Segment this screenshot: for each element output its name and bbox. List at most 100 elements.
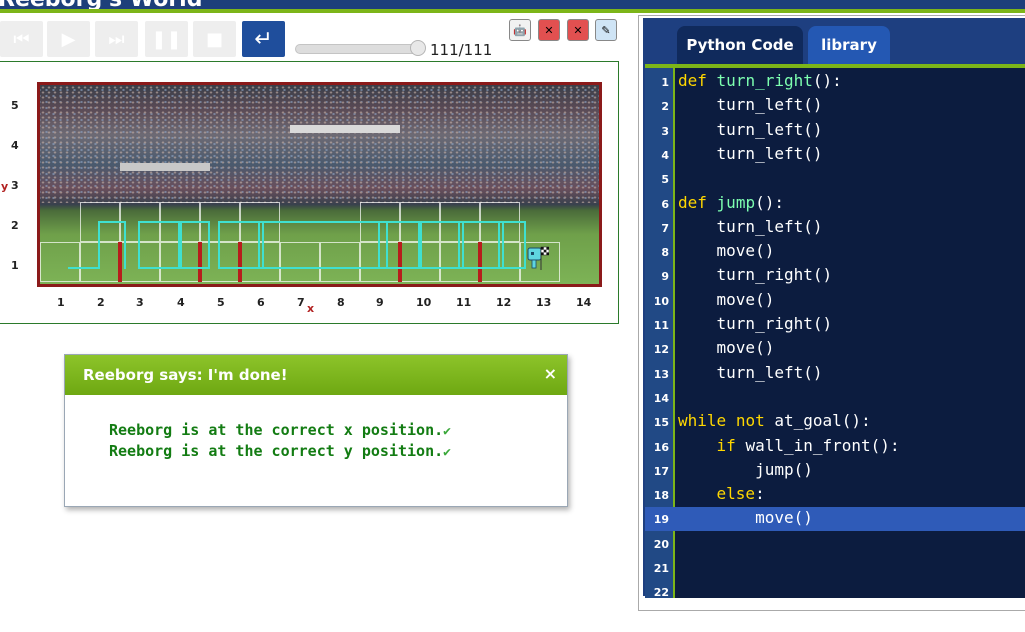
skip-back-icon: ⏮ — [13, 28, 30, 50]
code-line[interactable]: 21 — [645, 556, 1025, 580]
dialog-header[interactable]: Reeborg says: I'm done! × — [65, 355, 567, 395]
code-line[interactable]: 2 turn_left() — [645, 94, 1025, 118]
tab-python-code[interactable]: Python Code — [677, 26, 803, 64]
code-text: turn_right() — [716, 314, 833, 333]
line-number: 6 — [661, 197, 669, 211]
step-forward-icon: ⏭ — [108, 28, 125, 50]
code-line[interactable]: 3 turn_left() — [645, 119, 1025, 143]
code-editor[interactable]: 1 def turn_right(): 2 turn_left() 3 turn_le… — [645, 64, 1025, 598]
code-text: turn_left() — [716, 216, 823, 236]
code-line[interactable]: 10 move() — [645, 289, 1025, 313]
line-number: 3 — [661, 124, 669, 138]
code-line[interactable]: 4 turn_left() — [645, 143, 1025, 167]
x-tick-8: 8 — [337, 296, 345, 309]
pause-button[interactable]: ❚❚ — [145, 21, 188, 57]
header-accent-bar — [0, 9, 1025, 13]
line-number: 22 — [653, 586, 669, 598]
play-icon: ▶ — [61, 28, 76, 50]
step-slider-track[interactable] — [295, 44, 424, 54]
return-icon: ↵ — [254, 26, 273, 52]
line-number: 18 — [653, 489, 669, 503]
line-number: 12 — [653, 343, 669, 357]
line-number: 19 — [653, 513, 669, 527]
code-text: turn_left() — [716, 143, 823, 163]
code-line[interactable]: 7 turn_left() — [645, 216, 1025, 240]
step-slider-knob[interactable] — [410, 40, 426, 56]
x-tick-7: 7 — [297, 296, 305, 309]
close-icon[interactable]: × — [544, 364, 557, 383]
stop-button[interactable]: ■ — [193, 21, 236, 57]
code-line[interactable]: 16 if wall_in_front(): — [645, 435, 1025, 459]
code-line[interactable]: 11 turn_right() — [645, 313, 1025, 337]
code-text: jump() — [755, 459, 813, 479]
x-tick-13: 13 — [536, 296, 552, 309]
x-tick-4: 4 — [177, 296, 185, 309]
code-text: if wall_in_front(): — [716, 435, 900, 455]
code-line[interactable]: 13 turn_left() — [645, 362, 1025, 386]
code-text: turn_left() — [716, 95, 823, 115]
app-header: Reeborg's World — [0, 0, 1025, 12]
robot-menu-icon[interactable]: 🤖 — [509, 19, 531, 41]
stadium-banner — [290, 125, 400, 133]
line-number: 14 — [653, 391, 669, 405]
x-tick-12: 12 — [496, 296, 512, 309]
checkmark-icon: ✔ — [443, 445, 451, 460]
line-number: 5 — [661, 173, 669, 187]
line-number: 17 — [653, 464, 669, 478]
stadium-crowd-image — [40, 85, 599, 203]
step-button[interactable]: ⏭ — [95, 21, 138, 57]
line-number: 16 — [653, 440, 669, 454]
code-line[interactable]: 20 — [645, 532, 1025, 556]
y-tick-1: 1 — [11, 259, 19, 272]
code-line[interactable]: 12 move() — [645, 337, 1025, 361]
pause-icon: ❚❚ — [151, 28, 182, 50]
world-edit-icon[interactable]: ✎ — [595, 19, 617, 41]
code-line[interactable]: 1 def turn_right(): — [645, 70, 1025, 94]
code-line[interactable]: 9 turn_right() — [645, 264, 1025, 288]
reeborg-robot-icon — [527, 246, 549, 270]
code-line[interactable]: 8 move() — [645, 240, 1025, 264]
code-line[interactable]: 5 — [645, 167, 1025, 191]
code-line[interactable]: 18 else: — [645, 483, 1025, 507]
delete-icon[interactable]: ✕ — [538, 19, 560, 41]
code-text: else: — [716, 484, 765, 504]
line-number: 8 — [661, 246, 669, 260]
reload-button[interactable]: ⏮ — [0, 21, 43, 57]
world-grid — [37, 82, 602, 287]
code-text: move() — [716, 241, 775, 261]
code-line[interactable]: 15 while not at_goal(): — [645, 410, 1025, 434]
robot-trace — [378, 221, 422, 269]
tab-library[interactable]: library — [808, 26, 890, 64]
return-button[interactable]: ↵ — [242, 21, 285, 57]
y-axis-label: y — [1, 180, 9, 193]
checkmark-icon: ✔ — [443, 424, 451, 439]
code-text: move() — [716, 289, 775, 309]
code-text: while not at_goal(): — [678, 411, 871, 431]
code-line[interactable]: 22 — [645, 580, 1025, 598]
robot-trace — [180, 221, 210, 269]
x-tick-14: 14 — [576, 296, 592, 309]
code-line[interactable]: 19 move() — [645, 507, 1025, 532]
x-tick-9: 9 — [376, 296, 384, 309]
x-tick-5: 5 — [217, 296, 225, 309]
reeborg-dialog: Reeborg says: I'm done! × Reeborg is at … — [64, 354, 568, 507]
x-tick-10: 10 — [416, 296, 432, 309]
clear-icon[interactable]: ✕ — [567, 19, 589, 41]
code-text: turn_right() — [716, 265, 833, 285]
run-button[interactable]: ▶ — [47, 21, 90, 57]
code-text: def jump(): — [678, 192, 784, 212]
dialog-message-line: Reeborg is at the correct x position.✔ — [109, 421, 451, 439]
code-line[interactable]: 6 def jump(): — [645, 192, 1025, 216]
code-line[interactable]: 17 jump() — [645, 459, 1025, 483]
x-tick-6: 6 — [257, 296, 265, 309]
y-tick-3: 3 — [11, 179, 19, 192]
code-text: turn_left() — [716, 119, 823, 139]
line-number: 2 — [661, 100, 669, 114]
x-tick-11: 11 — [456, 296, 472, 309]
x-tick-2: 2 — [97, 296, 105, 309]
line-number: 7 — [661, 221, 669, 235]
robot-trace — [258, 221, 388, 269]
code-line[interactable]: 14 — [645, 386, 1025, 410]
code-text: move() — [716, 338, 775, 358]
robot-trace — [98, 221, 126, 269]
